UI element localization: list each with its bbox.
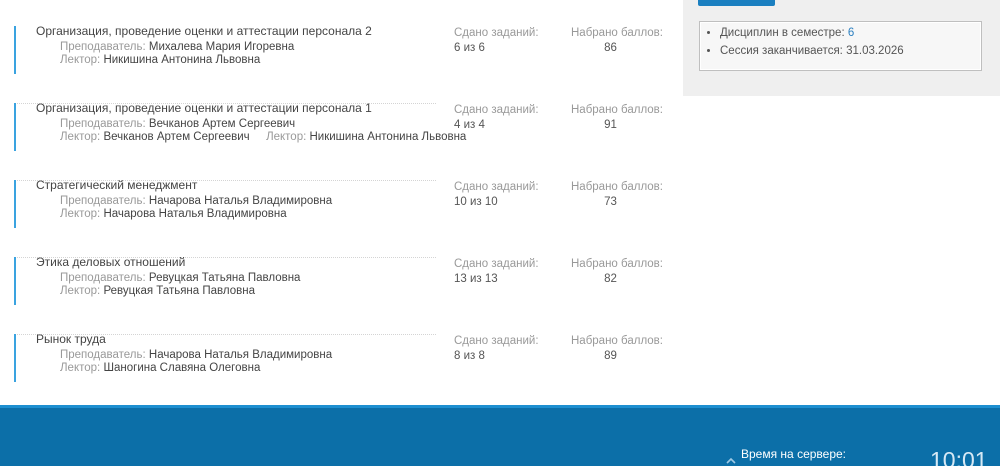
teacher-label: Преподаватель: xyxy=(60,349,146,361)
course-item[interactable]: Рынок труда Преподаватель: Начарова Ната… xyxy=(14,332,436,412)
server-time: 10:01 xyxy=(930,447,988,466)
course-item[interactable]: Организация, проведение оценки и аттеста… xyxy=(14,24,436,104)
points-stat: Набрано баллов: 82 xyxy=(571,258,663,285)
tasks-label: Сдано заданий: xyxy=(454,335,539,347)
lecturer-label: Лектор: xyxy=(60,131,101,143)
course-title[interactable]: Организация, проведение оценки и аттеста… xyxy=(36,101,372,115)
semester-panel: Дисциплин в семестре: 6 Сессия заканчива… xyxy=(683,0,1000,96)
points-value: 73 xyxy=(604,196,617,208)
course-lecturer: Лектор: Вечканов Артем Сергеевич Лектор:… xyxy=(60,131,466,143)
points-label: Набрано баллов: xyxy=(571,181,663,193)
lecturer-label: Лектор: xyxy=(60,362,101,374)
course-title[interactable]: Организация, проведение оценки и аттеста… xyxy=(36,24,372,38)
disciplines-item: Дисциплин в семестре: 6 xyxy=(720,27,981,39)
points-stat: Набрано баллов: 89 xyxy=(571,335,663,362)
tasks-value: 4 из 4 xyxy=(454,119,485,131)
points-label: Набрано баллов: xyxy=(571,104,663,116)
panel-button[interactable] xyxy=(698,0,775,6)
lecturer-name: Вечканов Артем Сергеевич xyxy=(103,131,250,143)
semester-info-box: Дисциплин в семестре: 6 Сессия заканчива… xyxy=(699,21,982,71)
teacher-label: Преподаватель: xyxy=(60,41,146,53)
course-lecturer: Лектор: Начарова Наталья Владимировна xyxy=(60,208,287,220)
teacher-name: Ревуцкая Татьяна Павловна xyxy=(148,272,301,284)
lecturer-name: Начарова Наталья Владимировна xyxy=(103,208,287,220)
session-label: Сессия заканчивается: xyxy=(720,45,843,57)
points-value: 91 xyxy=(604,119,617,131)
tasks-stat: Сдано заданий: 10 из 10 xyxy=(454,181,539,208)
tasks-label: Сдано заданий: xyxy=(454,27,539,39)
course-lecturer: Лектор: Никишина Антонина Львовна xyxy=(60,54,260,66)
course-item[interactable]: Этика деловых отношений Преподаватель: Р… xyxy=(14,255,436,335)
course-accent-bar xyxy=(14,180,16,228)
points-stat: Набрано баллов: 86 xyxy=(571,27,663,54)
tasks-value: 13 из 13 xyxy=(454,273,498,285)
tasks-stat: Сдано заданий: 13 из 13 xyxy=(454,258,539,285)
lecturer2-name: Никишина Антонина Львовна xyxy=(309,131,467,143)
points-stat: Набрано баллов: 91 xyxy=(571,104,663,131)
teacher-label: Преподаватель: xyxy=(60,118,146,130)
points-label: Набрано баллов: xyxy=(571,258,663,270)
tasks-label: Сдано заданий: xyxy=(454,258,539,270)
page: Организация, проведение оценки и аттеста… xyxy=(0,0,1000,466)
tasks-value: 8 из 8 xyxy=(454,350,485,362)
teacher-name: Вечканов Артем Сергеевич xyxy=(148,118,296,130)
points-value: 82 xyxy=(604,273,617,285)
course-item[interactable]: Организация, проведение оценки и аттеста… xyxy=(14,101,466,181)
course-accent-bar xyxy=(14,103,16,151)
course-accent-bar xyxy=(14,26,16,74)
lecturer2-label: Лектор: xyxy=(266,131,307,143)
teacher-label: Преподаватель: xyxy=(60,195,146,207)
course-teacher: Преподаватель: Начарова Наталья Владимир… xyxy=(60,195,332,207)
teacher-name: Михалева Мария Игоревна xyxy=(148,41,295,53)
teacher-name: Начарова Наталья Владимировна xyxy=(148,349,333,361)
teacher-name: Начарова Наталья Владимировна xyxy=(148,195,333,207)
tasks-stat: Сдано заданий: 6 из 6 xyxy=(454,27,539,54)
course-teacher: Преподаватель: Вечканов Артем Сергеевич xyxy=(60,118,295,130)
points-label: Набрано баллов: xyxy=(571,27,663,39)
course-title[interactable]: Рынок труда xyxy=(36,332,106,346)
lecturer-label: Лектор: xyxy=(60,54,101,66)
tasks-stat: Сдано заданий: 4 из 4 xyxy=(454,104,539,131)
course-lecturer: Лектор: Шаногина Славяна Олеговна xyxy=(60,362,260,374)
tasks-label: Сдано заданий: xyxy=(454,181,539,193)
course-teacher: Преподаватель: Михалева Мария Игоревна xyxy=(60,41,294,53)
course-accent-bar xyxy=(14,257,16,305)
semester-info-list: Дисциплин в семестре: 6 Сессия заканчива… xyxy=(700,22,981,57)
course-title[interactable]: Этика деловых отношений xyxy=(36,255,185,269)
course-teacher: Преподаватель: Ревуцкая Татьяна Павловна xyxy=(60,272,300,284)
course-accent-bar xyxy=(14,334,16,382)
lecturer-label: Лектор: xyxy=(60,208,101,220)
server-time-label: Время на сервере: xyxy=(741,447,847,461)
clock-icon xyxy=(726,452,736,464)
session-item: Сессия заканчивается: 31.03.2026 xyxy=(720,45,981,57)
tasks-label: Сдано заданий: xyxy=(454,104,539,116)
teacher-label: Преподаватель: xyxy=(60,272,146,284)
course-title[interactable]: Стратегический менеджмент xyxy=(36,178,197,192)
disciplines-label: Дисциплин в семестре: xyxy=(720,27,845,39)
points-stat: Набрано баллов: 73 xyxy=(571,181,663,208)
points-label: Набрано баллов: xyxy=(571,335,663,347)
tasks-stat: Сдано заданий: 8 из 8 xyxy=(454,335,539,362)
lecturer-label: Лектор: xyxy=(60,285,101,297)
points-value: 89 xyxy=(604,350,617,362)
footer: Время на сервере: 10:01 xyxy=(0,405,1000,466)
course-teacher: Преподаватель: Начарова Наталья Владимир… xyxy=(60,349,332,361)
session-end: 31.03.2026 xyxy=(846,45,904,57)
disciplines-count: 6 xyxy=(847,27,855,39)
course-item[interactable]: Стратегический менеджмент Преподаватель:… xyxy=(14,178,436,258)
tasks-value: 6 из 6 xyxy=(454,42,485,54)
points-value: 86 xyxy=(604,42,617,54)
lecturer-name: Ревуцкая Татьяна Павловна xyxy=(103,285,255,297)
tasks-value: 10 из 10 xyxy=(454,196,498,208)
lecturer-name: Шаногина Славяна Олеговна xyxy=(103,362,261,374)
course-lecturer: Лектор: Ревуцкая Татьяна Павловна xyxy=(60,285,255,297)
lecturer-name: Никишина Антонина Львовна xyxy=(103,54,261,66)
